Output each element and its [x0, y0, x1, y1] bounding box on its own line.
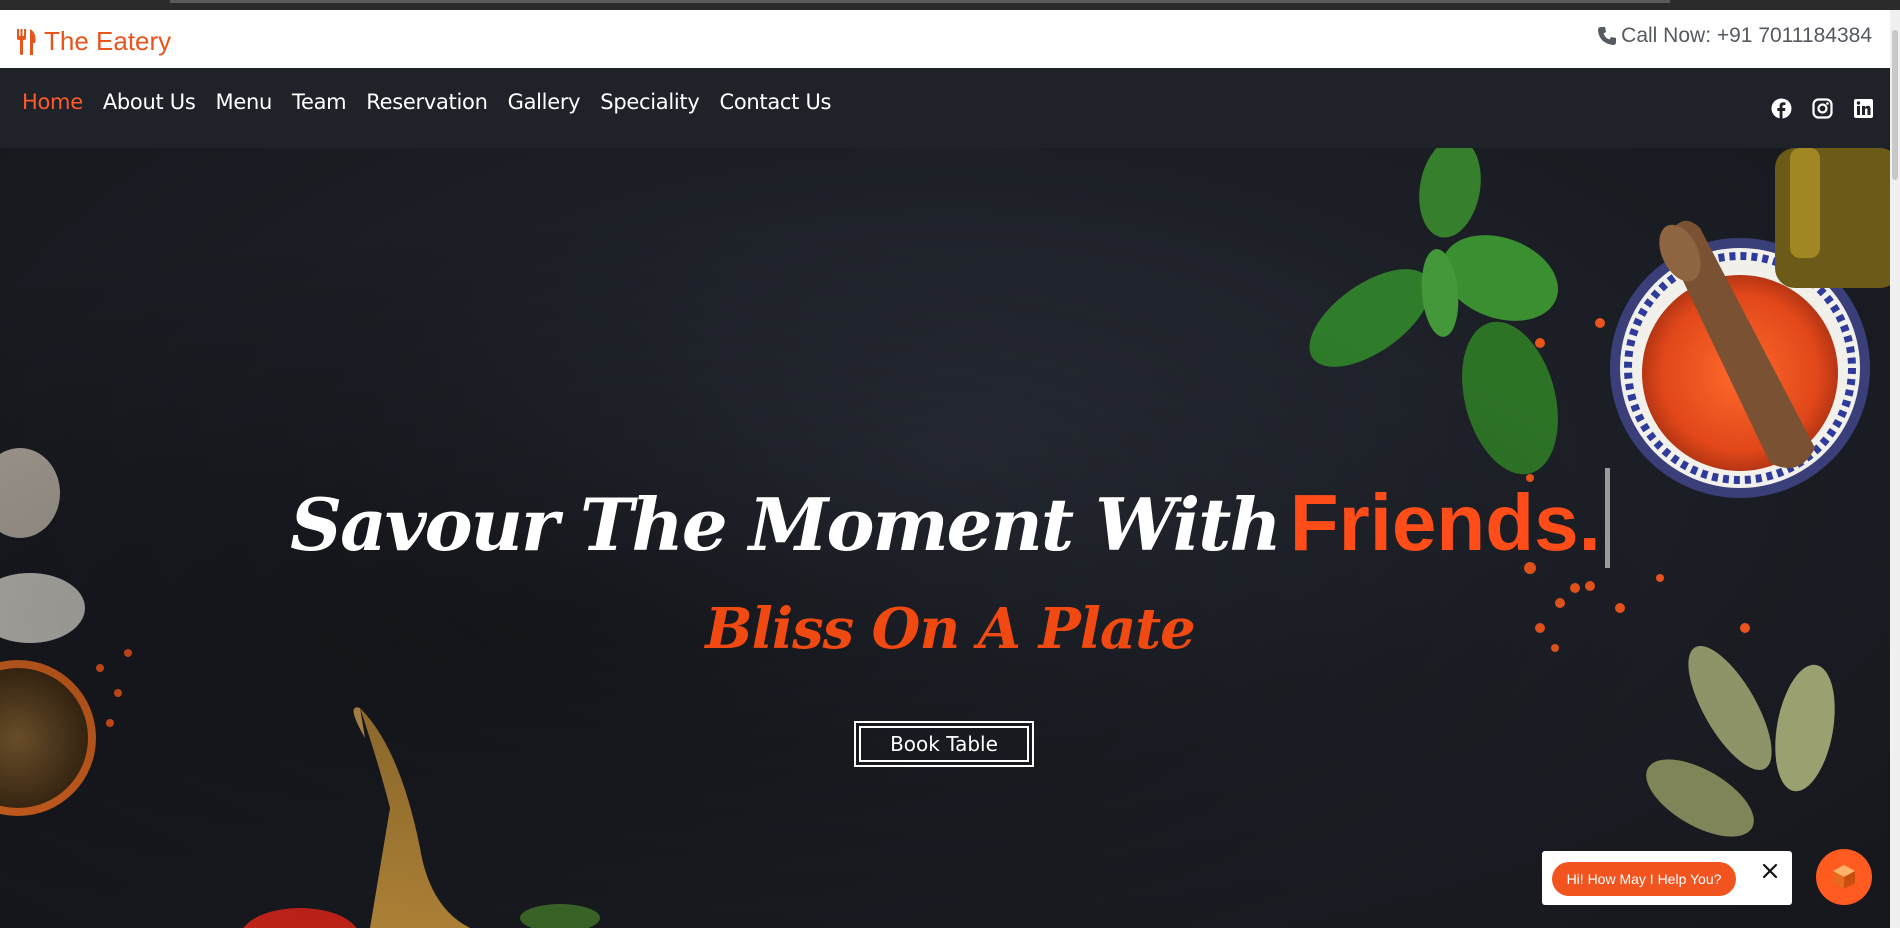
- call-now[interactable]: Call Now: +91 7011184384: [1597, 24, 1872, 48]
- nav-home[interactable]: Home: [22, 90, 83, 114]
- chat-prompt-box: Hi! How May I Help You?: [1542, 851, 1792, 905]
- nav-menu: Home About Us Menu Team Reservation Gall…: [22, 90, 831, 114]
- brand-name: The Eatery: [44, 26, 172, 56]
- nav-reservation[interactable]: Reservation: [366, 90, 488, 114]
- scrollbar-thumb[interactable]: [1892, 30, 1898, 180]
- browser-top-strip: [0, 0, 1900, 10]
- close-icon[interactable]: [1760, 861, 1780, 881]
- facebook-icon[interactable]: [1771, 98, 1792, 119]
- chat-launcher-button[interactable]: [1816, 849, 1872, 905]
- book-table-button[interactable]: Book Table: [854, 721, 1034, 767]
- brand-logo[interactable]: The Eatery: [16, 26, 171, 57]
- main-navbar: Home About Us Menu Team Reservation Gall…: [0, 68, 1900, 148]
- top-scroll-thumb: [170, 0, 1670, 3]
- chat-prompt-bubble[interactable]: Hi! How May I Help You?: [1552, 862, 1736, 896]
- book-table-label: Book Table: [859, 726, 1029, 762]
- headline-accent: Friends.: [1289, 478, 1601, 567]
- nav-about-us[interactable]: About Us: [103, 90, 196, 114]
- headline-main: Savour The Moment With: [290, 482, 1282, 567]
- top-bar: The Eatery Call Now: +91 7011184384: [0, 10, 1900, 68]
- nav-menu-link[interactable]: Menu: [216, 90, 273, 114]
- fork-knife-icon: [17, 28, 36, 55]
- nav-speciality[interactable]: Speciality: [600, 90, 699, 114]
- typing-caret: [1604, 468, 1610, 568]
- page-scrollbar[interactable]: [1890, 10, 1900, 928]
- linkedin-icon[interactable]: [1853, 98, 1874, 119]
- hero-section: Savour The Moment With Friends. Bliss On …: [0, 148, 1900, 928]
- nav-contact-us[interactable]: Contact Us: [719, 90, 831, 114]
- call-now-text: Call Now: +91 7011184384: [1621, 24, 1872, 47]
- phone-icon: [1598, 27, 1617, 45]
- nav-gallery[interactable]: Gallery: [508, 90, 581, 114]
- hero-headline: Savour The Moment With Friends.: [0, 468, 1900, 569]
- hero-tagline: Bliss On A Plate: [705, 596, 1196, 662]
- nav-team[interactable]: Team: [292, 90, 347, 114]
- instagram-icon[interactable]: [1812, 98, 1833, 119]
- cube-icon: [1833, 865, 1855, 889]
- social-links: [1771, 98, 1874, 119]
